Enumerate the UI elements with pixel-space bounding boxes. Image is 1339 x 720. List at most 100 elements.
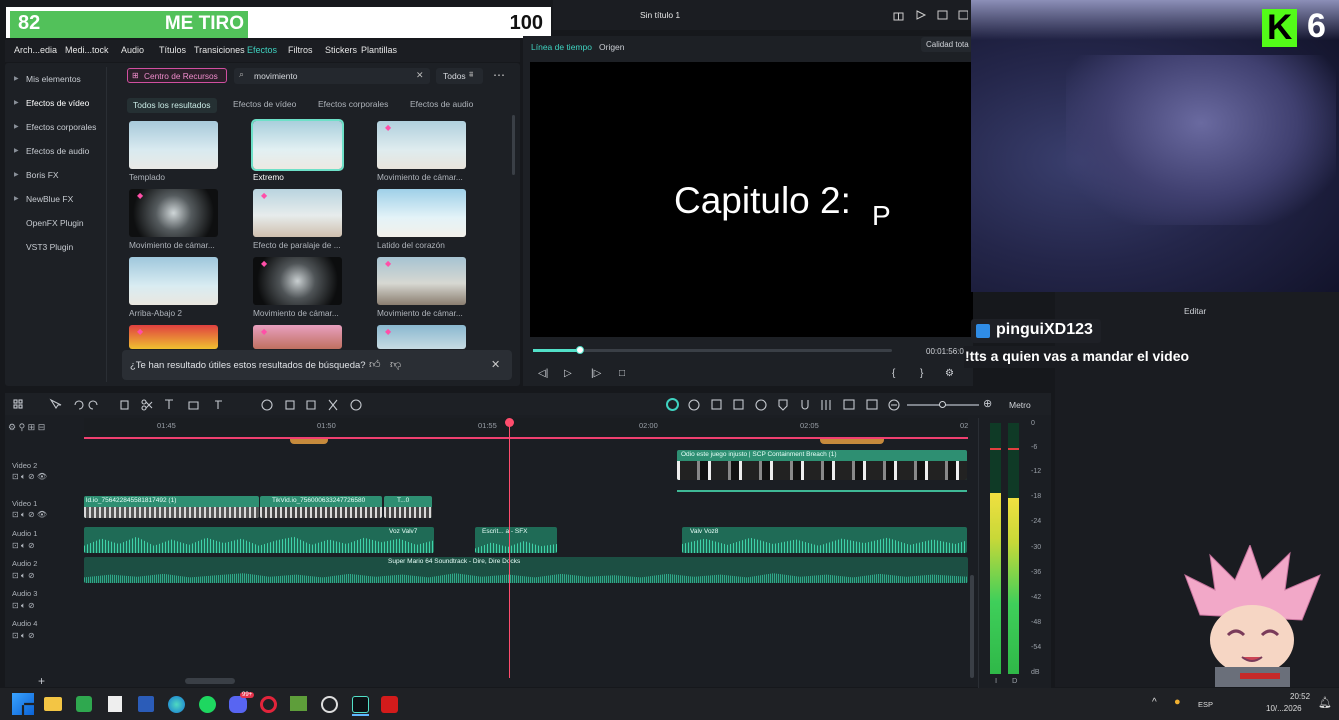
resource-center-button[interactable]: ⊞ Centro de Recursos	[127, 68, 227, 83]
word-icon[interactable]	[138, 696, 154, 712]
add-track-icon[interactable]: +	[38, 674, 45, 688]
search-input[interactable]: ⌕ movimiento ✕	[234, 68, 430, 84]
library-scrollbar[interactable]	[512, 115, 515, 175]
tab-transiciones[interactable]: Transiciones	[194, 45, 245, 55]
clear-search-icon[interactable]: ✕	[416, 70, 424, 81]
tab-timeline[interactable]: Línea de tiempo	[531, 42, 592, 52]
timeline-vscroll[interactable]	[970, 575, 974, 678]
track-label-audio1: Audio 1	[12, 529, 38, 538]
opera-icon[interactable]	[260, 696, 277, 713]
quality-dropdown[interactable]: Calidad tota	[921, 37, 973, 52]
track-controls[interactable]: ⊡ 🔈︎ ⊘	[12, 541, 35, 551]
video-clip-v1b[interactable]: TikVid.io_756000633247726580	[260, 496, 382, 518]
clock-time[interactable]: 20:52	[1290, 692, 1310, 701]
zoom-in-icon[interactable]: ⊕	[983, 397, 992, 410]
edge-icon[interactable]	[168, 696, 185, 713]
mic-icon[interactable]: ●	[1174, 696, 1181, 708]
effect-thumbnail[interactable]	[129, 257, 218, 305]
timeline-tools-icons[interactable]	[11, 393, 371, 415]
notification-bell-icon[interactable]: 🔔︎	[1318, 696, 1332, 709]
file-explorer-icon[interactable]	[44, 697, 62, 711]
stop-icon[interactable]: □	[619, 368, 625, 379]
effect-thumbnail[interactable]	[377, 189, 466, 237]
playhead-handle[interactable]	[505, 418, 514, 427]
video-clip-v2[interactable]: Odio este juego injusto | SCP Containmen…	[677, 450, 967, 480]
sidebar-item-mis-elementos[interactable]: Mis elementos	[26, 74, 81, 84]
mark-in-icon[interactable]: {	[892, 368, 895, 379]
zoom-slider[interactable]	[907, 401, 979, 408]
spreadsheet-app-icon[interactable]	[76, 696, 92, 712]
discord-icon[interactable]	[229, 696, 247, 713]
audio-clip-a2[interactable]: Super Mario 64 Soundtrack - Dire, Dire D…	[84, 557, 968, 583]
clock-date[interactable]: 10/...2026	[1266, 704, 1302, 713]
track-controls[interactable]: ⊡ 🔈︎ ⊘	[12, 631, 35, 641]
spotify-icon[interactable]	[199, 696, 216, 713]
audio-clip-sfx[interactable]: Escrit... a - SFX	[475, 527, 557, 553]
thumbs-down-icon[interactable]: 👎︎	[390, 358, 401, 371]
audio-clip-a1-main[interactable]: Voz Valv7	[84, 527, 434, 553]
tab-archivo[interactable]: Arch...edia	[14, 45, 57, 55]
track-controls[interactable]: ⊡ 🔈︎ ⊘ 👁︎	[12, 472, 47, 482]
sidebar-item-efectos-video[interactable]: Efectos de vídeo	[26, 98, 89, 108]
db-tick: -36	[1031, 569, 1042, 576]
minecraft-icon[interactable]	[290, 696, 307, 711]
playhead[interactable]	[509, 420, 510, 678]
tab-efectos[interactable]: Efectos	[247, 45, 277, 55]
track-header-tools[interactable]: ⚙ ⚲ ⊞ ⊟	[8, 422, 80, 438]
filter-label: Todos	[443, 71, 466, 81]
track-controls[interactable]: ⊡ 🔈︎ ⊘ 👁︎	[12, 510, 47, 520]
mark-out-icon[interactable]: }	[920, 368, 923, 379]
sidebar-item-boris-fx[interactable]: Boris FX	[26, 170, 59, 180]
premium-gem-icon: ◆	[261, 191, 268, 200]
timeline-ruler[interactable]	[84, 418, 968, 438]
filter-dropdown[interactable]: Todos ⩩	[436, 68, 483, 84]
filmora-icon[interactable]	[352, 696, 369, 713]
davinci-icon[interactable]	[381, 696, 398, 713]
thumbs-up-icon[interactable]: 👍︎	[369, 358, 381, 371]
video-clip-v1c[interactable]: T...0	[384, 496, 432, 518]
video-clip-v1a[interactable]: ld.io_756422845581817492 (1)	[84, 496, 259, 518]
ai-toggle-icon[interactable]	[666, 398, 679, 411]
play-icon[interactable]: ▷	[564, 368, 572, 379]
effect-thumbnail-selected[interactable]	[251, 119, 344, 171]
sidebar-item-openfx[interactable]: OpenFX Plugin	[26, 218, 84, 228]
next-frame-icon[interactable]: |▷	[591, 368, 601, 379]
tab-stickers[interactable]: Stickers	[325, 45, 357, 55]
tab-audio[interactable]: Audio	[121, 45, 144, 55]
tray-chevron-icon[interactable]: ^	[1152, 697, 1157, 708]
filter-video-effects[interactable]: Efectos de vídeo	[233, 99, 296, 109]
track-controls[interactable]: ⊡ 🔈︎ ⊘	[12, 571, 35, 581]
gift-icon[interactable]	[893, 9, 968, 21]
epic-games-icon[interactable]	[108, 696, 122, 712]
video-canvas[interactable]: Capitulo 2: P	[530, 62, 973, 337]
sidebar-item-efectos-corporales[interactable]: Efectos corporales	[26, 122, 96, 132]
audio-clip-a1-right[interactable]: Valv Voz8	[682, 527, 967, 553]
filter-body-effects[interactable]: Efectos corporales	[318, 99, 388, 109]
sidebar-item-vst3[interactable]: VST3 Plugin	[26, 242, 73, 252]
tab-titulos[interactable]: Títulos	[159, 45, 186, 55]
obs-icon[interactable]	[321, 696, 338, 713]
filter-all-results[interactable]: Todos los resultados	[127, 98, 217, 113]
keyboard-language[interactable]: ESP	[1198, 700, 1213, 709]
close-icon[interactable]: ✕	[491, 358, 500, 371]
zoom-handle[interactable]	[939, 401, 946, 408]
tab-plantillas[interactable]: Plantillas	[361, 45, 397, 55]
track-controls[interactable]: ⊡ 🔈︎ ⊘	[12, 601, 35, 611]
tab-media-stock[interactable]: Medi...tock	[65, 45, 109, 55]
prev-frame-icon[interactable]: ◁|	[538, 368, 548, 379]
more-options-icon[interactable]: ⋯	[493, 68, 505, 82]
db-tick: -48	[1031, 619, 1042, 626]
scrubber-handle[interactable]	[576, 346, 584, 354]
preview-scrubber[interactable]	[533, 346, 892, 354]
settings-icon[interactable]: ⚙	[945, 368, 954, 379]
edit-button[interactable]: Editar	[1184, 306, 1206, 316]
tab-source[interactable]: Origen	[599, 42, 625, 52]
sidebar-item-newblue-fx[interactable]: NewBlue FX	[26, 194, 73, 204]
effect-thumbnail[interactable]	[129, 121, 218, 169]
tab-filtros[interactable]: Filtros	[288, 45, 313, 55]
effect-label: Efecto de paralaje de ...	[253, 240, 341, 250]
meter-dropdown[interactable]: Metro	[1009, 400, 1031, 410]
sidebar-item-efectos-audio[interactable]: Efectos de audio	[26, 146, 89, 156]
filter-audio-effects[interactable]: Efectos de audio	[410, 99, 473, 109]
timeline-hscroll[interactable]	[185, 678, 235, 684]
